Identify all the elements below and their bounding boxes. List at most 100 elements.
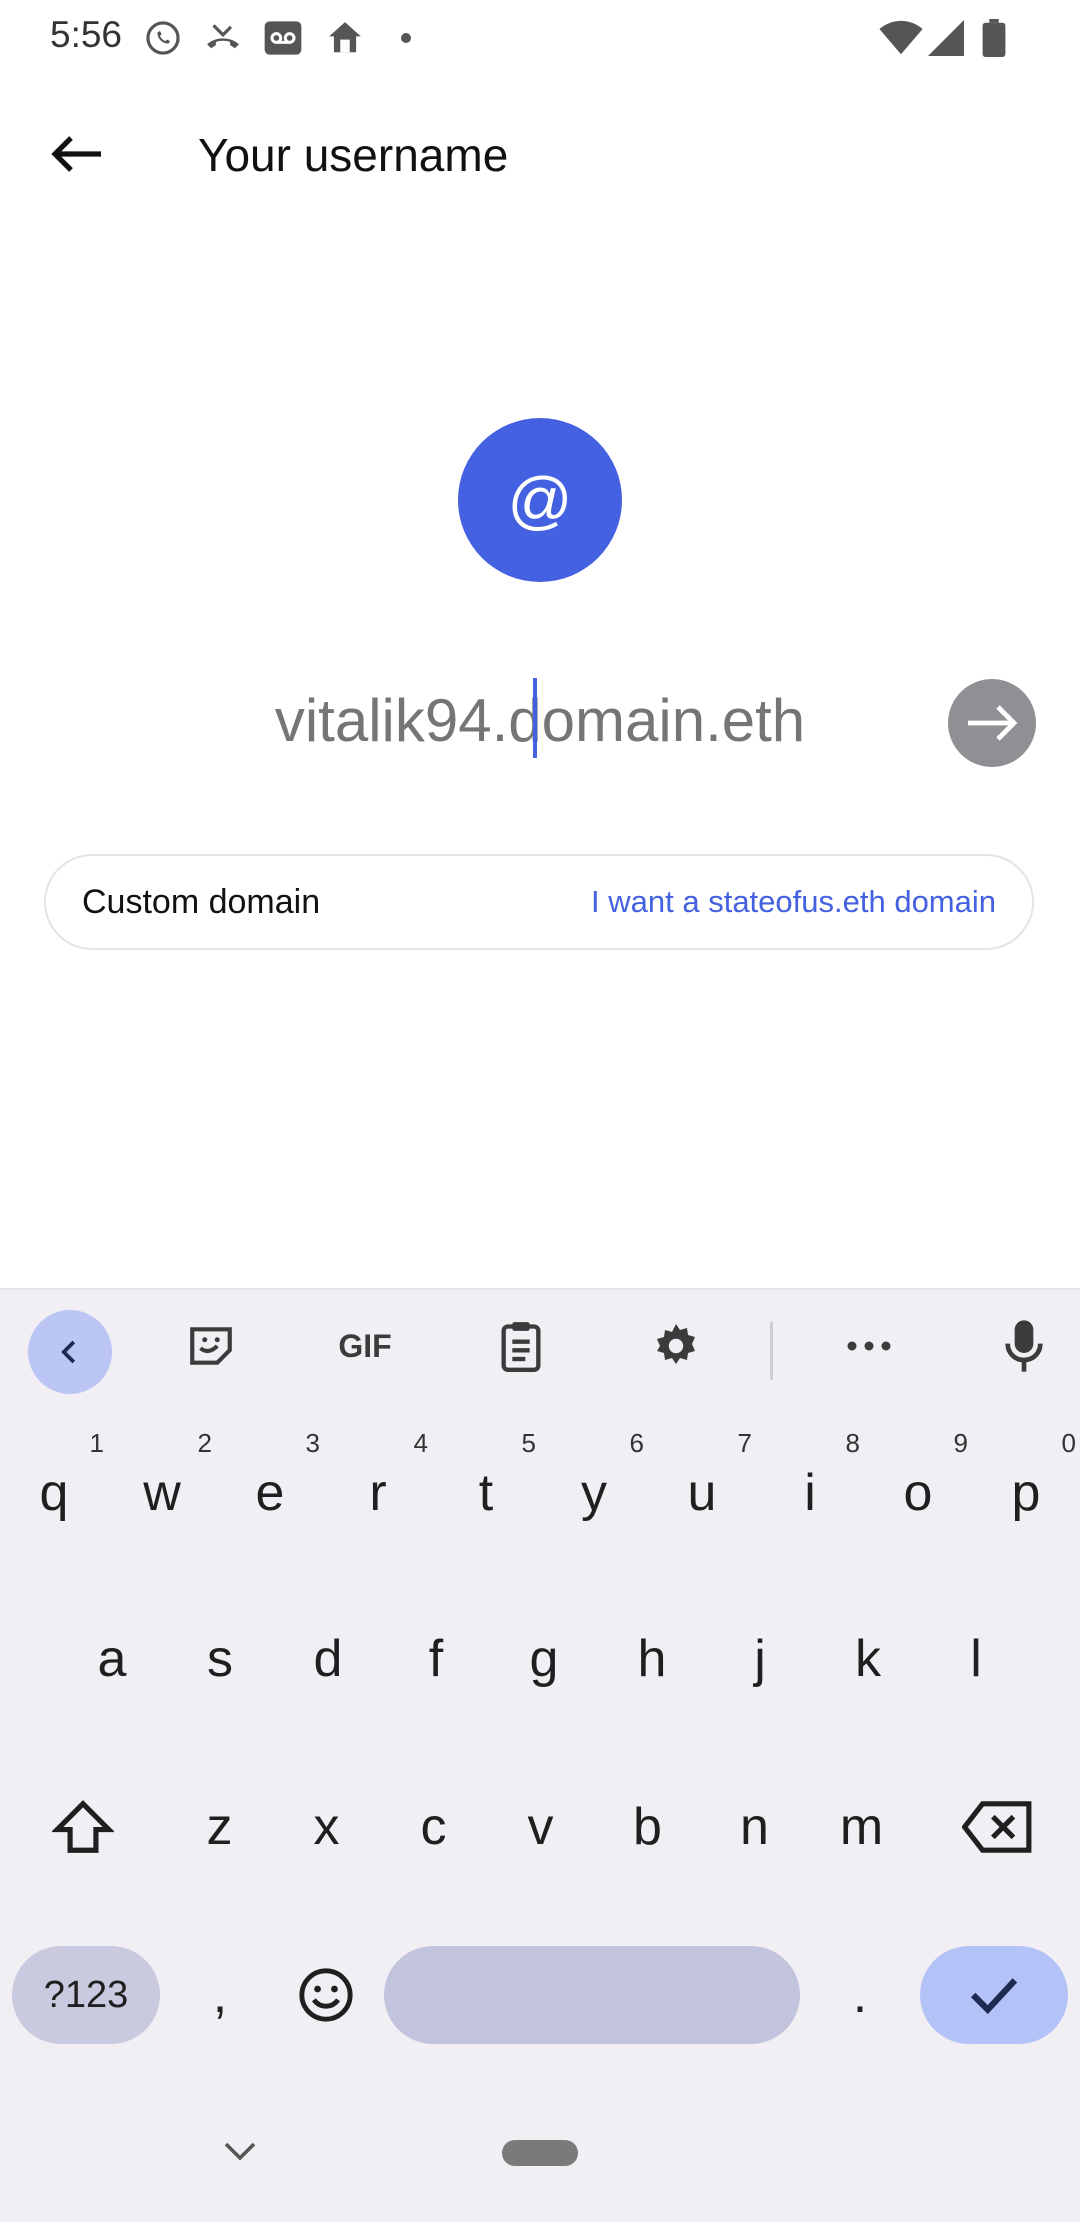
key-p[interactable]: p0 xyxy=(972,1418,1080,1568)
key-n[interactable]: n xyxy=(701,1752,808,1902)
text-cursor xyxy=(533,678,537,758)
clipboard-button[interactable] xyxy=(494,1310,548,1382)
stateofus-domain-link[interactable]: I want a stateofus.eth domain xyxy=(591,884,996,920)
sticker-icon xyxy=(190,1327,232,1365)
key-w[interactable]: w2 xyxy=(108,1418,216,1568)
cellular-signal-icon xyxy=(926,18,966,58)
whatsapp-icon xyxy=(142,18,184,58)
key-l[interactable]: l xyxy=(922,1584,1030,1734)
key-hint: 0 xyxy=(1061,1428,1076,1458)
gif-button[interactable]: GIF xyxy=(330,1310,400,1382)
checkmark-icon xyxy=(970,1978,1018,2015)
key-hint: 6 xyxy=(629,1428,644,1458)
sticker-button[interactable] xyxy=(180,1310,242,1382)
key-hint: 7 xyxy=(737,1428,752,1458)
key-h[interactable]: h xyxy=(598,1584,706,1734)
symbols-key[interactable]: ?123 xyxy=(12,1946,160,2044)
toolbar-divider xyxy=(770,1322,773,1380)
shift-icon xyxy=(52,1800,114,1853)
emoji-key[interactable] xyxy=(278,1920,374,2070)
key-c[interactable]: c xyxy=(380,1752,487,1902)
key-x[interactable]: x xyxy=(273,1752,380,1902)
key-label: i xyxy=(804,1464,816,1522)
key-u[interactable]: u7 xyxy=(648,1418,756,1568)
space-key[interactable] xyxy=(384,1946,800,2044)
username-field xyxy=(150,670,930,770)
backspace-key[interactable] xyxy=(915,1752,1080,1902)
hide-keyboard-button[interactable] xyxy=(222,2140,258,2164)
key-label: q xyxy=(39,1464,69,1522)
page-title: Your username xyxy=(198,129,509,181)
chevron-down-icon xyxy=(224,2142,256,2161)
key-hint: 3 xyxy=(305,1428,320,1458)
key-j[interactable]: j xyxy=(706,1584,814,1734)
shift-key[interactable] xyxy=(0,1752,166,1902)
voicemail-icon xyxy=(262,18,304,58)
key-d[interactable]: d xyxy=(274,1584,382,1734)
chevron-left-icon xyxy=(61,1340,76,1364)
backspace-icon xyxy=(961,1801,1031,1853)
microphone-icon xyxy=(1005,1320,1043,1372)
key-f[interactable]: f xyxy=(382,1584,490,1734)
key-label: y xyxy=(581,1464,607,1522)
at-sign-avatar: @ xyxy=(458,418,622,582)
key-e[interactable]: e3 xyxy=(216,1418,324,1568)
comma-key[interactable]: , xyxy=(172,1920,268,2070)
key-hint: 9 xyxy=(953,1428,968,1458)
username-input[interactable] xyxy=(150,670,930,770)
smiley-icon xyxy=(299,1968,353,2022)
key-label: r xyxy=(369,1464,387,1522)
key-t[interactable]: t5 xyxy=(432,1418,540,1568)
key-row-2: a s d f g h j k l xyxy=(58,1584,1030,1734)
key-label: u xyxy=(687,1464,717,1522)
missed-call-icon xyxy=(200,18,246,58)
key-label: t xyxy=(478,1464,494,1522)
key-a[interactable]: a xyxy=(58,1584,166,1734)
notification-dot-icon xyxy=(396,18,416,58)
key-label: o xyxy=(903,1464,933,1522)
key-g[interactable]: g xyxy=(490,1584,598,1734)
key-z[interactable]: z xyxy=(166,1752,273,1902)
back-button[interactable] xyxy=(40,118,112,190)
key-label: e xyxy=(255,1464,285,1522)
more-options-button[interactable] xyxy=(842,1310,896,1382)
battery-icon xyxy=(978,18,1010,58)
enter-key[interactable] xyxy=(920,1946,1068,2044)
key-o[interactable]: o9 xyxy=(864,1418,972,1568)
status-bar: 5:56 xyxy=(0,0,1080,76)
key-k[interactable]: k xyxy=(814,1584,922,1734)
keyboard-collapse-button[interactable] xyxy=(28,1310,112,1394)
key-row-1: q1 w2 e3 r4 t5 y6 u7 i8 o9 p0 xyxy=(0,1418,1080,1568)
voice-input-button[interactable] xyxy=(996,1310,1052,1382)
key-row-3: z x c v b n m xyxy=(0,1752,1080,1902)
status-time: 5:56 xyxy=(50,14,123,55)
key-s[interactable]: s xyxy=(166,1584,274,1734)
key-hint: 8 xyxy=(845,1428,860,1458)
home-gesture-bar[interactable] xyxy=(502,2140,578,2166)
clipboard-icon xyxy=(501,1322,541,1372)
key-v[interactable]: v xyxy=(487,1752,594,1902)
key-hint: 1 xyxy=(89,1428,104,1458)
next-button[interactable] xyxy=(948,679,1036,767)
home-icon xyxy=(324,18,366,58)
key-label: w xyxy=(143,1464,181,1522)
key-b[interactable]: b xyxy=(594,1752,701,1902)
key-hint: 5 xyxy=(521,1428,536,1458)
key-label: p xyxy=(1011,1464,1041,1522)
gear-icon xyxy=(657,1324,695,1364)
key-i[interactable]: i8 xyxy=(756,1418,864,1568)
key-y[interactable]: y6 xyxy=(540,1418,648,1568)
key-hint: 4 xyxy=(413,1428,428,1458)
key-q[interactable]: q1 xyxy=(0,1418,108,1568)
custom-domain-label: Custom domain xyxy=(82,882,321,921)
settings-button[interactable] xyxy=(648,1310,704,1382)
period-key[interactable]: . xyxy=(812,1920,908,2070)
at-icon: @ xyxy=(507,464,573,536)
arrow-right-icon xyxy=(968,705,1018,741)
more-horizontal-icon xyxy=(847,1341,891,1351)
key-m[interactable]: m xyxy=(808,1752,915,1902)
wifi-icon xyxy=(878,18,924,58)
arrow-left-icon xyxy=(51,136,101,172)
custom-domain-row: Custom domain I want a stateofus.eth dom… xyxy=(44,854,1034,950)
key-r[interactable]: r4 xyxy=(324,1418,432,1568)
